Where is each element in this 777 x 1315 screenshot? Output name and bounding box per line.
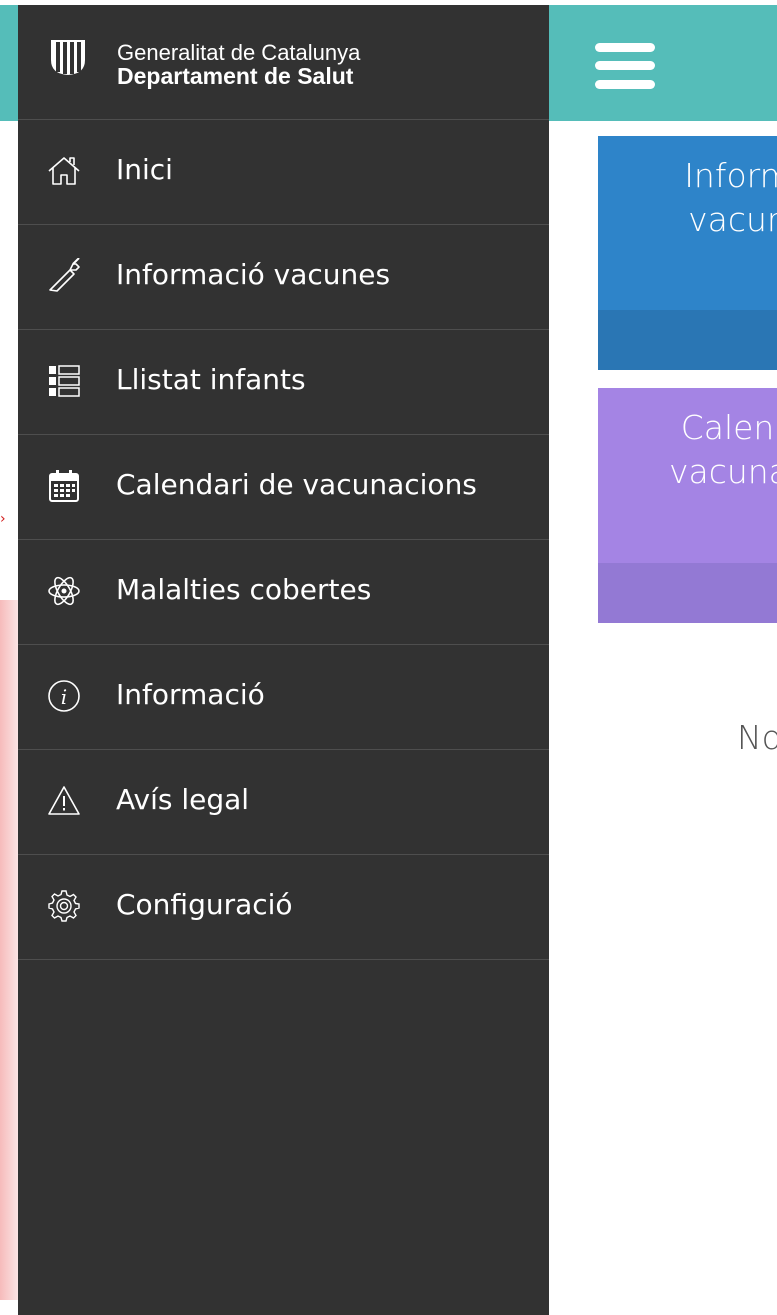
menu-item-informacio[interactable]: i Informació: [18, 645, 549, 750]
menu-item-label: Informació vacunes: [116, 258, 391, 291]
tile-calendari-vacunacions[interactable]: Calend vacunac: [598, 388, 777, 623]
drawer-header: Generalitat de Catalunya Departament de …: [18, 5, 549, 120]
navigation-drawer: Generalitat de Catalunya Departament de …: [18, 5, 549, 1315]
menu-item-configuracio[interactable]: Configuració: [18, 855, 549, 960]
menu-item-label: Configuració: [116, 888, 293, 921]
menu-item-inici[interactable]: Inici: [18, 120, 549, 225]
tile-footer-bar: [598, 310, 777, 370]
edge-arrow-icon: ›: [0, 511, 6, 527]
menu-item-llistat-infants[interactable]: Llistat infants: [18, 330, 549, 435]
menu-item-malalties-cobertes[interactable]: Malalties cobertes: [18, 540, 549, 645]
background-note: No: [737, 718, 777, 757]
gear-icon: [46, 888, 82, 924]
tile-label: Inform vacun: [684, 156, 777, 239]
info-icon: i: [46, 678, 82, 714]
tile-informacio-vacunes[interactable]: Inform vacun: [598, 136, 777, 370]
menu-item-calendari-vacunacions[interactable]: Calendari de vacunacions: [18, 435, 549, 540]
atom-icon: [46, 573, 82, 609]
menu-item-label: Llistat infants: [116, 363, 306, 396]
menu-item-label: Avís legal: [116, 783, 250, 816]
menu-item-informacio-vacunes[interactable]: Informació vacunes: [18, 225, 549, 330]
tile-label: Calend vacunac: [668, 408, 777, 491]
generalitat-logo-icon: [48, 38, 88, 76]
home-icon: [46, 153, 82, 189]
organization-name: Generalitat de Catalunya: [117, 40, 361, 65]
department-name: Departament de Salut: [117, 63, 354, 89]
tile-footer-bar: [598, 563, 777, 623]
drawer-menu: Inici Informació vacunes Llistat infants: [18, 120, 549, 960]
menu-item-label: Informació: [116, 678, 265, 711]
menu-item-label: Inici: [116, 153, 173, 186]
list-icon: [46, 363, 82, 399]
hamburger-menu-icon[interactable]: [595, 43, 655, 89]
syringe-icon: [46, 258, 82, 294]
menu-item-label: Malalties cobertes: [116, 573, 372, 606]
warning-icon: [46, 783, 82, 819]
calendar-icon: [46, 468, 82, 504]
menu-item-label: Calendari de vacunacions: [116, 468, 477, 501]
svg-text:i: i: [61, 685, 67, 709]
menu-item-avis-legal[interactable]: Avís legal: [18, 750, 549, 855]
